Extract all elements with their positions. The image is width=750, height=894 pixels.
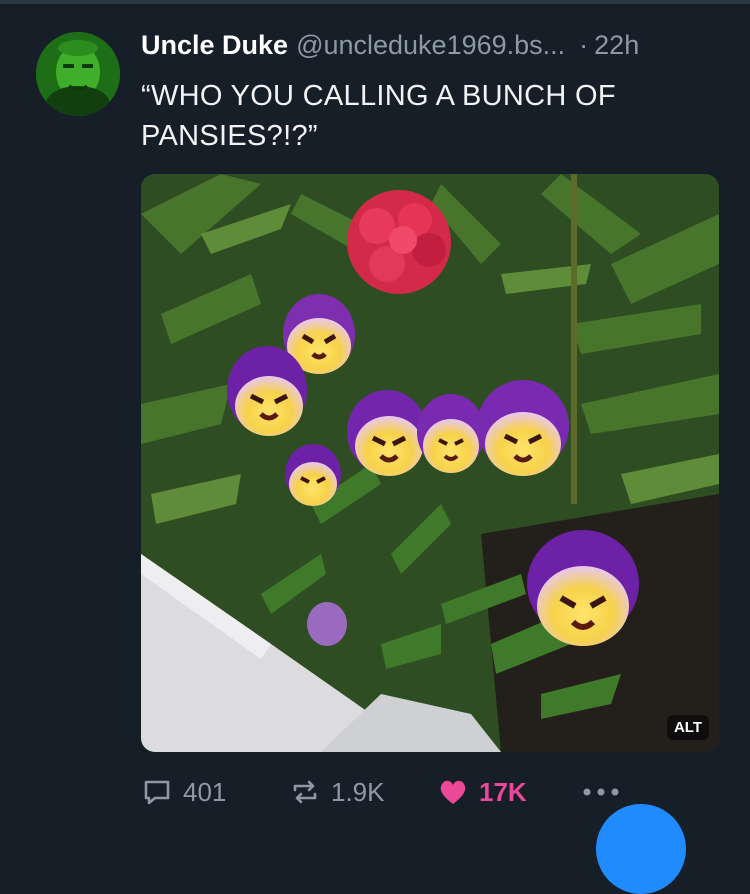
alt-text-badge[interactable]: ALT (666, 715, 709, 740)
repost-button[interactable]: 1.9K (289, 772, 385, 812)
avatar-image (36, 32, 120, 116)
post-time[interactable]: 22h (594, 30, 639, 60)
author-avatar[interactable] (36, 32, 120, 116)
top-divider (0, 0, 750, 4)
header-separator: · (579, 30, 589, 60)
heart-icon (440, 780, 466, 804)
ellipsis-icon (583, 788, 619, 796)
compose-fab-button[interactable] (596, 804, 686, 894)
pansies-photo (141, 174, 719, 752)
post-header: Uncle Duke @uncleduke1969.bs... · 22h (141, 30, 731, 66)
reply-count: 401 (183, 776, 227, 807)
repost-count: 1.9K (331, 776, 385, 807)
like-count: 17K (479, 776, 527, 807)
author-handle[interactable]: @uncleduke1969.bs... (296, 30, 565, 60)
author-name[interactable]: Uncle Duke (141, 30, 288, 60)
post-image[interactable]: ALT (141, 174, 719, 752)
more-options-button[interactable] (581, 772, 621, 812)
reply-button[interactable]: 401 (141, 772, 226, 812)
post-text: “WHO YOU CALLING A BUNCH OF PANSIES?!?” (141, 80, 616, 152)
repost-arrows-icon (293, 780, 317, 804)
speech-bubble-icon (144, 780, 170, 805)
like-button[interactable]: 17K (437, 772, 527, 812)
